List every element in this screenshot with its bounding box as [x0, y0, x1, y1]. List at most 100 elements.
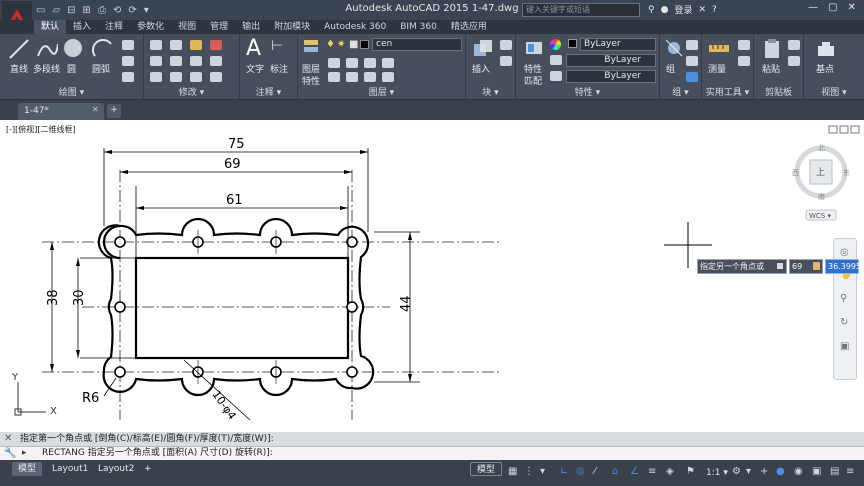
ellipse-icon[interactable]: [122, 72, 134, 82]
layer-tool-2-icon[interactable]: [346, 58, 358, 68]
layout-tab-layout2[interactable]: Layout2: [92, 462, 140, 476]
base-view-icon[interactable]: [816, 40, 836, 58]
layout-tab-layout1[interactable]: Layout1: [46, 462, 94, 476]
command-close-icon[interactable]: ✕: [4, 433, 12, 444]
grid-icon[interactable]: ▦: [508, 467, 518, 477]
lock-icon[interactable]: ■: [349, 39, 358, 50]
draw-panel-title[interactable]: 绘图 ▾: [0, 85, 143, 98]
layers-panel-title[interactable]: 图层 ▾: [298, 85, 465, 98]
quick-select-icon[interactable]: [738, 40, 750, 50]
copy-icon[interactable]: [150, 56, 162, 66]
layer-tool-5-icon[interactable]: [328, 72, 340, 82]
text-label[interactable]: 文字: [246, 62, 264, 75]
hatch-icon[interactable]: [122, 56, 134, 66]
annotation-monitor-icon[interactable]: +: [760, 467, 770, 477]
maximize-icon[interactable]: ▢: [828, 2, 837, 13]
osnap-icon[interactable]: ⌂: [612, 467, 622, 477]
close-tab-icon[interactable]: ✕: [92, 105, 99, 114]
modify-panel-title[interactable]: 修改 ▾: [144, 85, 239, 98]
open-icon[interactable]: ▱: [52, 5, 60, 16]
tab-autodesk360[interactable]: Autodesk 360: [317, 20, 393, 34]
clipboard-panel-title[interactable]: 剪贴板: [754, 85, 803, 98]
insert-block-icon[interactable]: [472, 38, 494, 60]
annotation-panel-title[interactable]: 注释 ▾: [240, 85, 297, 98]
edit-block-icon[interactable]: [500, 56, 512, 66]
color-dropdown[interactable]: ByLayer: [580, 38, 656, 51]
color-swatch[interactable]: [568, 39, 577, 48]
erase-icon[interactable]: [210, 40, 222, 50]
group-icon[interactable]: [664, 38, 684, 58]
layer-tool-6-icon[interactable]: [346, 72, 358, 82]
dynamic-input-width[interactable]: 36.3995: [825, 259, 861, 274]
save-as-icon[interactable]: ⊞: [83, 5, 91, 16]
color-wheel-icon[interactable]: [550, 39, 561, 50]
fillet-icon[interactable]: [190, 56, 202, 66]
polyline-label[interactable]: 多段线: [33, 62, 60, 75]
trim-icon[interactable]: [190, 40, 202, 50]
save-icon[interactable]: ⊟: [67, 5, 75, 16]
properties-panel-title[interactable]: 特性 ▾: [516, 85, 659, 98]
user-icon[interactable]: ●: [661, 5, 669, 15]
lineweight-dropdown[interactable]: ByLayer: [566, 70, 656, 83]
view-panel-title[interactable]: 视图 ▾: [804, 85, 864, 98]
paste-icon[interactable]: [762, 38, 782, 60]
annotation-visibility-icon[interactable]: ⚑: [686, 467, 696, 477]
login-link[interactable]: 登录: [674, 3, 692, 16]
layout-tab-model[interactable]: 模型: [12, 462, 43, 476]
command-customize-icon[interactable]: 🔧: [4, 448, 16, 459]
zoom-icon[interactable]: ⚲: [840, 293, 847, 304]
scale-icon[interactable]: [170, 72, 182, 82]
insert-label[interactable]: 插入: [472, 62, 490, 75]
line-label[interactable]: 直线: [10, 62, 28, 75]
lineweight-icon[interactable]: [550, 71, 562, 81]
transparency-icon[interactable]: ◈: [666, 467, 676, 477]
viewport-controls[interactable]: [828, 125, 860, 134]
rotate-icon[interactable]: [170, 40, 182, 50]
base-label[interactable]: 基点: [816, 62, 834, 75]
minimize-icon[interactable]: —: [808, 2, 818, 13]
otrack-icon[interactable]: ∠: [630, 467, 640, 477]
circle-icon[interactable]: [62, 37, 84, 59]
move-icon[interactable]: [150, 40, 162, 50]
array-icon[interactable]: [190, 72, 202, 82]
match-properties-icon[interactable]: [524, 38, 544, 58]
layer-dropdown[interactable]: cen: [372, 38, 462, 51]
layer-tool-8-icon[interactable]: [382, 72, 394, 82]
qat-dropdown-icon[interactable]: ▾: [144, 5, 149, 16]
explode-icon[interactable]: [210, 56, 222, 66]
tab-default[interactable]: 默认: [34, 20, 67, 34]
lineweight-toggle-icon[interactable]: ≡: [648, 467, 658, 477]
search-input[interactable]: 键入关键字或短语: [522, 3, 640, 17]
command-recent-icon[interactable]: ▸: [22, 448, 27, 458]
ortho-icon[interactable]: ∟: [560, 467, 570, 477]
tab-view[interactable]: 视图: [171, 20, 203, 34]
hardware-acceleration-icon[interactable]: ▣: [812, 467, 822, 477]
block-panel-title[interactable]: 块 ▾: [466, 85, 515, 98]
tab-annotate[interactable]: 注释: [98, 20, 130, 34]
tab-addins[interactable]: 附加模块: [267, 20, 317, 34]
offset-icon[interactable]: [210, 72, 222, 82]
layer-properties-icon[interactable]: [302, 38, 320, 56]
layer-tool-3-icon[interactable]: [364, 58, 376, 68]
polar-icon[interactable]: ◎: [576, 467, 586, 477]
create-block-icon[interactable]: [500, 40, 512, 50]
utilities-panel-title[interactable]: 实用工具 ▾: [702, 85, 753, 98]
tab-insert[interactable]: 插入: [66, 20, 98, 34]
add-layout-button[interactable]: +: [138, 462, 158, 476]
rectangle-icon[interactable]: [122, 40, 134, 50]
layer-tool-1-icon[interactable]: [328, 58, 340, 68]
workspace-gear-icon[interactable]: ⚙: [732, 467, 742, 477]
infer-icon[interactable]: ▾: [540, 467, 550, 477]
measure-icon[interactable]: [708, 40, 730, 56]
model-space-button[interactable]: 模型: [470, 462, 503, 476]
ungroup-icon[interactable]: [686, 40, 698, 50]
calculator-icon[interactable]: [738, 56, 750, 66]
tab-featured-apps[interactable]: 精选应用: [444, 20, 494, 34]
copy-clip-icon[interactable]: [788, 56, 800, 66]
layer-tool-7-icon[interactable]: [364, 72, 376, 82]
line-icon[interactable]: [8, 38, 30, 60]
circle-label[interactable]: 圆: [67, 62, 76, 75]
arc-icon[interactable]: [92, 38, 114, 60]
groups-panel-title[interactable]: 组 ▾: [660, 85, 701, 98]
linetype-icon[interactable]: [550, 55, 562, 65]
